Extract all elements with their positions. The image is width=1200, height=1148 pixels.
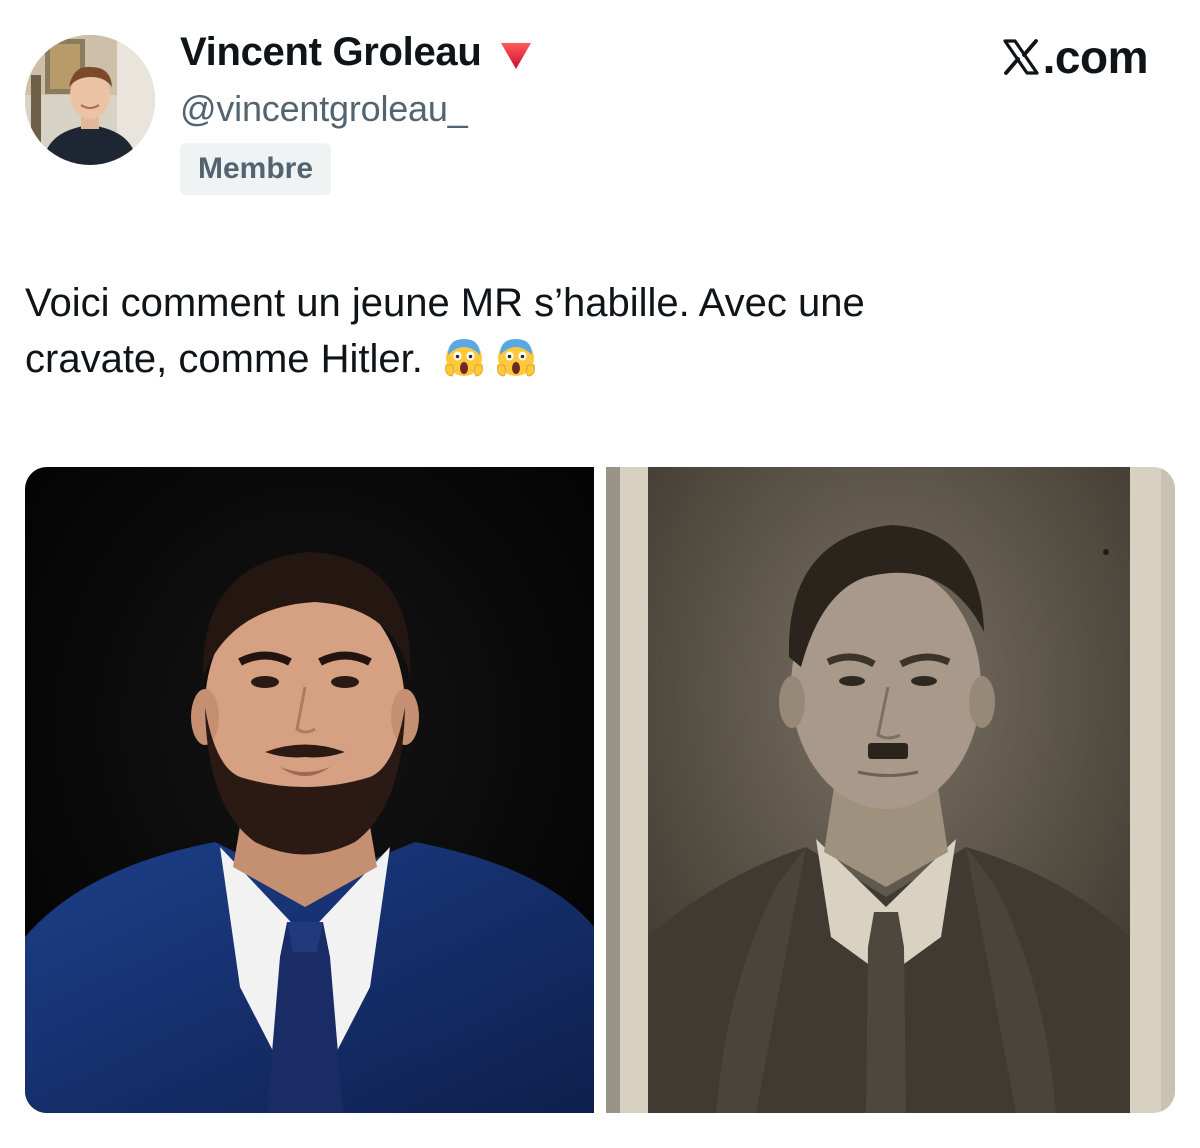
author-name-row[interactable]: Vincent Groleau [180,30,536,75]
author-handle[interactable]: @vincentgroleau_ [180,88,468,130]
post-card[interactable]: Vincent Groleau @vincentgroleau_ Membre … [0,0,1200,1148]
red-down-triangle-icon [500,42,531,69]
avatar-image [25,35,155,165]
author-name[interactable]: Vincent Groleau [180,30,482,75]
avatar[interactable] [25,35,155,165]
media-grid[interactable] [25,467,1175,1113]
portrait-photo-left [25,467,594,1113]
portrait-photo-right [606,467,1175,1113]
x-logo-icon [1003,39,1039,75]
media-photo-right[interactable] [606,467,1175,1113]
post-text: Voici comment un jeune MR s’habille. Ave… [25,275,1155,387]
post-text-line-2: cravate, comme Hitler. [25,337,423,381]
screaming-face-icon [497,339,535,377]
site-logo-text: .com [1042,31,1149,83]
membership-badge: Membre [180,143,332,195]
media-photo-left[interactable] [25,467,594,1113]
post-text-line-1: Voici comment un jeune MR s’habille. Ave… [25,281,865,325]
site-logo[interactable]: .com [1001,30,1149,84]
screaming-face-icon [445,339,483,377]
